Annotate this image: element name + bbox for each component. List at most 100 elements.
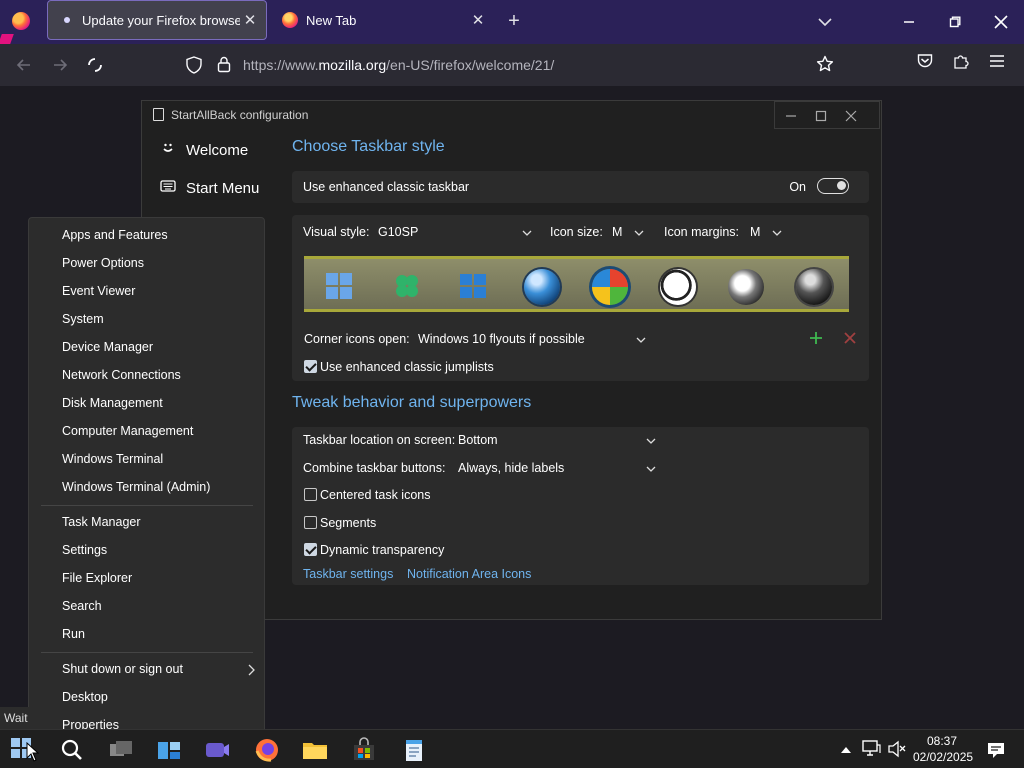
close-icon[interactable]: [841, 106, 861, 126]
menu-item-run[interactable]: Run: [62, 627, 85, 641]
menu-item-device-manager[interactable]: Device Manager: [62, 340, 153, 354]
icon-margins-label: Icon margins:: [664, 225, 740, 239]
microsoft-store-icon[interactable]: [350, 736, 378, 764]
icon-size-value: M: [612, 225, 623, 239]
sab-window-title: StartAllBack configuration: [171, 108, 309, 122]
chevron-down-icon: [646, 463, 656, 477]
volume-muted-icon[interactable]: [887, 740, 907, 761]
centered-icons-label: Centered task icons: [320, 488, 431, 502]
menu-item-event-viewer[interactable]: Event Viewer: [62, 284, 135, 298]
menu-item-windows-terminal-admin[interactable]: Windows Terminal (Admin): [62, 480, 210, 494]
lock-icon[interactable]: [216, 55, 232, 76]
menu-item-apps-features[interactable]: Apps and Features: [62, 228, 168, 242]
menu-item-settings[interactable]: Settings: [62, 543, 107, 557]
list-all-tabs-chevron-icon[interactable]: [815, 12, 835, 32]
search-icon[interactable]: [58, 736, 86, 764]
tab-update-firefox[interactable]: Update your Firefox browser ✕: [47, 0, 267, 40]
menu-item-windows-terminal[interactable]: Windows Terminal: [62, 452, 163, 466]
enhanced-taskbar-toggle[interactable]: [817, 178, 849, 194]
sab-nav-start-menu[interactable]: Start Menu: [160, 179, 259, 197]
bookmark-star-icon[interactable]: [816, 55, 834, 76]
menu-item-desktop[interactable]: Desktop: [62, 690, 108, 704]
windows-taskbar: 08:37 02/02/2025: [0, 729, 1024, 768]
notifications-icon[interactable]: [986, 740, 1006, 763]
win7-orb-icon: [524, 269, 560, 305]
url-text[interactable]: https://www.mozilla.org/en-US/firefox/we…: [243, 57, 554, 73]
new-tab-button[interactable]: +: [504, 11, 524, 32]
icon-margins-dropdown[interactable]: M: [750, 225, 784, 243]
extensions-puzzle-icon[interactable]: [952, 52, 970, 73]
url-prefix: https://www.: [243, 57, 319, 73]
add-plus-icon[interactable]: [808, 330, 824, 349]
maximize-icon[interactable]: [811, 106, 831, 126]
visual-style-dropdown[interactable]: G10SP: [378, 225, 534, 243]
task-view-icon[interactable]: [107, 736, 135, 764]
chevron-down-icon: [634, 227, 644, 241]
visual-style-label: Visual style:: [303, 225, 370, 239]
win10-logo-icon: [460, 274, 486, 298]
dynamic-transparency-checkbox[interactable]: [304, 543, 317, 556]
minimize-icon[interactable]: [781, 106, 801, 126]
firefox-taskbar-icon[interactable]: [253, 736, 281, 764]
visual-style-value: G10SP: [378, 225, 419, 239]
teams-chat-icon[interactable]: [203, 736, 231, 764]
url-bar[interactable]: https://www.mozilla.org/en-US/firefox/we…: [180, 49, 850, 81]
chevron-right-icon: [247, 664, 255, 679]
clock-time[interactable]: 08:37: [927, 734, 957, 748]
classic-dark-orb-icon: [728, 269, 764, 305]
vista-orb-icon: [592, 269, 628, 305]
file-explorer-icon[interactable]: [301, 736, 329, 764]
icon-size-label: Icon size:: [550, 225, 603, 239]
pocket-icon[interactable]: [916, 52, 934, 73]
menu-item-system[interactable]: System: [62, 312, 104, 326]
menu-item-network-connections[interactable]: Network Connections: [62, 368, 181, 382]
widgets-icon[interactable]: [155, 736, 183, 764]
segments-label: Segments: [320, 516, 377, 530]
taskbar-style-preview[interactable]: [304, 256, 849, 312]
icon-size-dropdown[interactable]: M: [612, 225, 646, 243]
menu-item-search[interactable]: Search: [62, 599, 102, 613]
menu-item-disk-management[interactable]: Disk Management: [62, 396, 163, 410]
notepad-icon[interactable]: [400, 736, 428, 764]
notification-area-icons-link[interactable]: Notification Area Icons: [407, 567, 531, 581]
window-minimize-button[interactable]: [886, 0, 932, 44]
menu-item-shutdown-signout[interactable]: Shut down or sign out: [62, 662, 183, 676]
remove-x-icon[interactable]: [842, 330, 858, 349]
sab-nav-label: Start Menu: [186, 179, 260, 197]
show-hidden-icons-chevron-icon[interactable]: [840, 743, 852, 758]
combine-buttons-label: Combine taskbar buttons:: [303, 461, 446, 475]
close-tab-icon[interactable]: ✕: [468, 10, 488, 30]
enhanced-taskbar-label: Use enhanced classic taskbar: [303, 180, 470, 194]
clock-date[interactable]: 02/02/2025: [913, 750, 973, 764]
stop-loading-icon[interactable]: [82, 52, 108, 78]
tab-title: Update your Firefox browser: [82, 12, 240, 28]
menu-item-power-options[interactable]: Power Options: [62, 256, 144, 270]
back-arrow-icon[interactable]: [11, 52, 37, 78]
hamburger-menu-icon[interactable]: [988, 52, 1006, 73]
tracking-shield-icon[interactable]: [186, 56, 202, 77]
combine-buttons-dropdown[interactable]: Always, hide labels: [458, 461, 658, 479]
window-close-button[interactable]: [978, 0, 1024, 44]
menu-item-task-manager[interactable]: Task Manager: [62, 515, 141, 529]
menu-separator: [41, 652, 253, 653]
browser-navbar: https://www.mozilla.org/en-US/firefox/we…: [0, 44, 1024, 86]
taskbar-location-dropdown[interactable]: Bottom: [458, 433, 658, 451]
chevron-down-icon: [646, 435, 656, 449]
sab-nav-welcome[interactable]: Welcome: [160, 141, 248, 159]
browser-tabstrip: Update your Firefox browser ✕ New Tab ✕ …: [0, 0, 1024, 44]
centered-icons-checkbox[interactable]: [304, 488, 317, 501]
close-tab-icon[interactable]: ✕: [240, 10, 260, 30]
taskbar-settings-link[interactable]: Taskbar settings: [303, 567, 393, 581]
forward-arrow-icon[interactable]: [47, 52, 73, 78]
sab-titlebar[interactable]: StartAllBack configuration: [142, 101, 881, 131]
network-display-icon[interactable]: [861, 739, 881, 760]
jumplists-checkbox[interactable]: [304, 360, 317, 373]
window-restore-button[interactable]: [932, 0, 978, 44]
menu-item-computer-management[interactable]: Computer Management: [62, 424, 193, 438]
section-title-tweak-behavior: Tweak behavior and superpowers: [292, 394, 532, 411]
corner-icons-dropdown[interactable]: Windows 10 flyouts if possible: [418, 332, 648, 350]
segments-checkbox[interactable]: [304, 516, 317, 529]
tab-new-tab[interactable]: New Tab ✕: [272, 0, 494, 40]
menu-item-file-explorer[interactable]: File Explorer: [62, 571, 132, 585]
tab-title: New Tab: [306, 12, 357, 28]
